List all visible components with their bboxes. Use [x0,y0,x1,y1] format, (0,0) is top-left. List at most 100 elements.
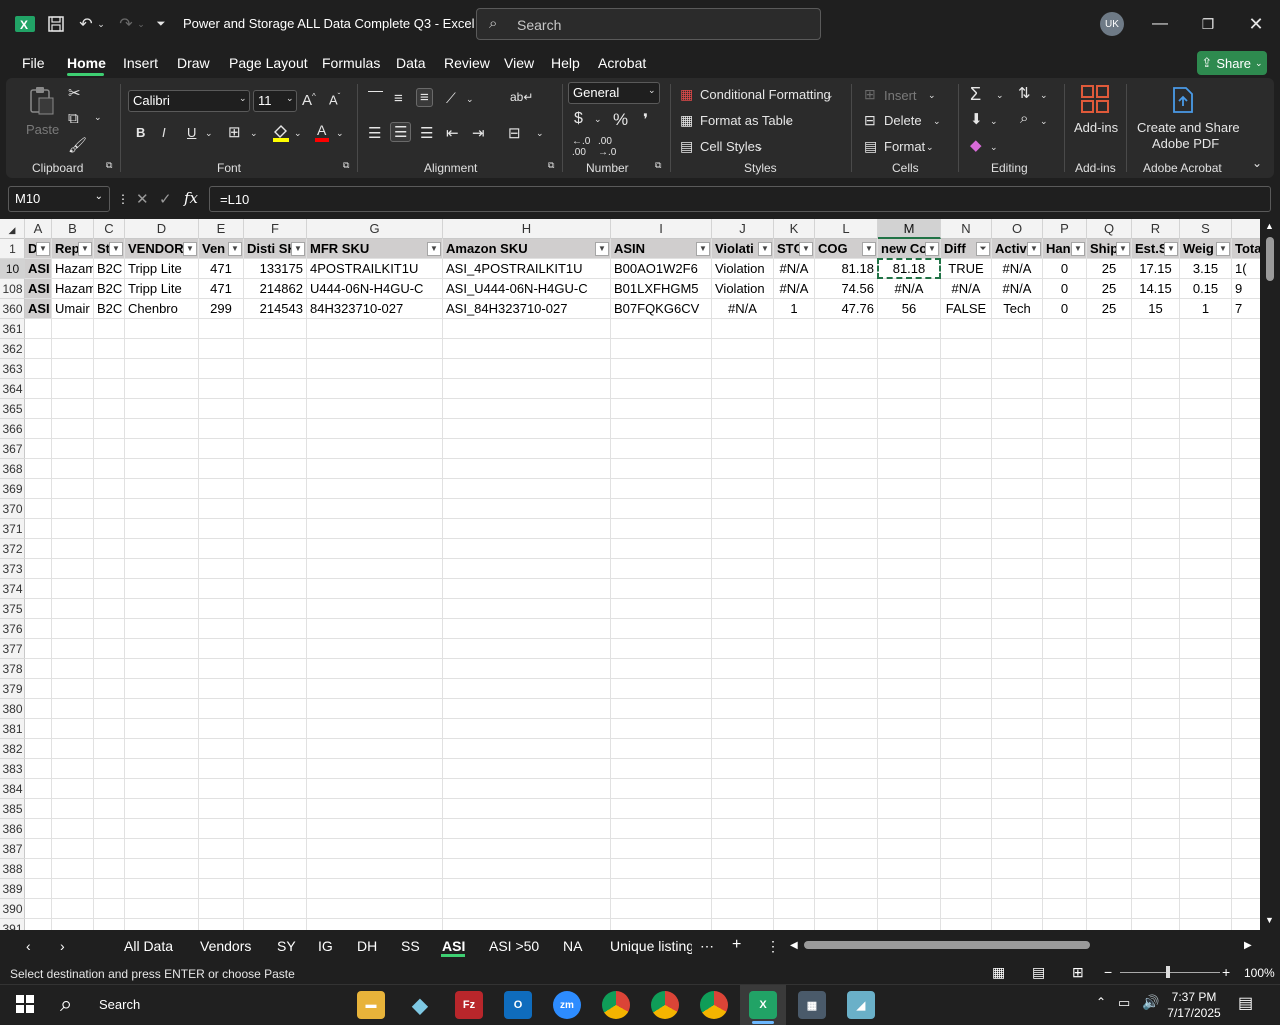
sheet-tab-unique-listing[interactable]: Unique listing [610,938,692,954]
empty-cell[interactable] [712,519,774,539]
sheet-tab-dh[interactable]: DH [357,938,377,954]
table-header-cell[interactable]: Amazon SKU ▼ [443,239,611,259]
table-cell[interactable]: #N/A [774,259,815,279]
empty-cell[interactable] [941,819,992,839]
empty-cell[interactable] [774,359,815,379]
empty-cell[interactable] [1087,719,1132,739]
empty-cell[interactable] [52,539,94,559]
empty-cell[interactable] [25,339,52,359]
empty-cell[interactable] [878,419,941,439]
empty-cell[interactable] [25,819,52,839]
save-icon[interactable] [46,12,66,36]
empty-cell[interactable] [443,899,611,919]
empty-cell[interactable] [25,619,52,639]
empty-cell[interactable] [443,739,611,759]
empty-cell[interactable] [611,699,712,719]
empty-cell[interactable] [712,819,774,839]
empty-cell[interactable] [878,559,941,579]
empty-cell[interactable] [941,699,992,719]
empty-cell[interactable] [307,699,443,719]
filter-dropdown-icon[interactable]: ▼ [925,242,939,256]
tab-file[interactable]: File [22,55,45,71]
chevron-down-icon[interactable]: ⌄ [294,128,302,139]
empty-cell[interactable] [199,879,244,899]
empty-cell[interactable] [307,399,443,419]
empty-cell[interactable] [712,919,774,930]
empty-cell[interactable] [25,379,52,399]
empty-cell[interactable] [125,839,199,859]
undo-icon[interactable]: ↶ [76,12,96,36]
empty-cell[interactable] [244,879,307,899]
table-cell[interactable]: Umair [52,299,94,319]
empty-cell[interactable] [1232,379,1260,399]
column-header-q[interactable]: Q [1087,219,1132,239]
chevron-down-icon[interactable]: ⌄ [536,128,544,139]
redo-dropdown-icon[interactable]: ⌄ [136,12,146,36]
empty-cell[interactable] [1132,719,1180,739]
empty-cell[interactable] [443,759,611,779]
empty-cell[interactable] [992,459,1043,479]
empty-cell[interactable] [52,699,94,719]
empty-cell[interactable] [611,579,712,599]
sheet-tab-all-data[interactable]: All Data [124,938,173,954]
table-header-cell[interactable]: D ▼ [25,239,52,259]
empty-cell[interactable] [1232,439,1260,459]
empty-cell[interactable] [815,559,878,579]
align-top-icon[interactable]: ⎺ [368,90,383,107]
empty-cell[interactable] [1043,519,1087,539]
next-sheet-icon[interactable]: › [60,938,65,954]
empty-cell[interactable] [1043,399,1087,419]
row-header-381[interactable]: 381 [0,719,25,739]
zoom-slider[interactable] [1120,972,1220,973]
table-cell[interactable]: Hazam [52,259,94,279]
column-header-d[interactable]: D [125,219,199,239]
empty-cell[interactable] [25,579,52,599]
empty-cell[interactable] [611,519,712,539]
empty-cell[interactable] [199,359,244,379]
empty-cell[interactable] [1087,679,1132,699]
row-header-368[interactable]: 368 [0,459,25,479]
empty-cell[interactable] [992,699,1043,719]
empty-cell[interactable] [244,799,307,819]
filter-active-icon[interactable]: ⏷ [976,242,990,256]
empty-cell[interactable] [1043,539,1087,559]
sheet-options-icon[interactable]: ⋮ [766,938,780,955]
empty-cell[interactable] [199,479,244,499]
empty-cell[interactable] [878,739,941,759]
empty-cell[interactable] [52,819,94,839]
empty-cell[interactable] [1180,879,1232,899]
empty-cell[interactable] [774,779,815,799]
empty-cell[interactable] [1132,639,1180,659]
empty-cell[interactable] [1043,779,1087,799]
empty-cell[interactable] [25,419,52,439]
empty-cell[interactable] [992,339,1043,359]
empty-cell[interactable] [992,759,1043,779]
customize-toolbar-icon[interactable]: ⏷ [154,12,168,36]
undo-dropdown-icon[interactable]: ⌄ [96,12,106,36]
empty-cell[interactable] [611,599,712,619]
sheet-tab-na[interactable]: NA [563,938,582,954]
empty-cell[interactable] [125,899,199,919]
wrap-text-icon[interactable]: ab↵ [510,90,533,104]
empty-cell[interactable] [941,679,992,699]
empty-cell[interactable] [1087,499,1132,519]
empty-cell[interactable] [307,479,443,499]
empty-cell[interactable] [1180,379,1232,399]
empty-cell[interactable] [199,579,244,599]
row-header-388[interactable]: 388 [0,859,25,879]
empty-cell[interactable] [878,899,941,919]
filter-dropdown-icon[interactable]: ▼ [427,242,441,256]
empty-cell[interactable] [1132,399,1180,419]
filter-dropdown-icon[interactable]: ▼ [1164,242,1178,256]
empty-cell[interactable] [611,479,712,499]
empty-cell[interactable] [611,839,712,859]
empty-cell[interactable] [52,599,94,619]
empty-cell[interactable] [712,499,774,519]
more-options-icon[interactable]: ⋮ [117,192,129,206]
table-header-cell[interactable]: Disti SK ▼ [244,239,307,259]
empty-cell[interactable] [992,439,1043,459]
empty-cell[interactable] [774,399,815,419]
empty-cell[interactable] [941,919,992,930]
empty-cell[interactable] [815,759,878,779]
empty-cell[interactable] [992,499,1043,519]
